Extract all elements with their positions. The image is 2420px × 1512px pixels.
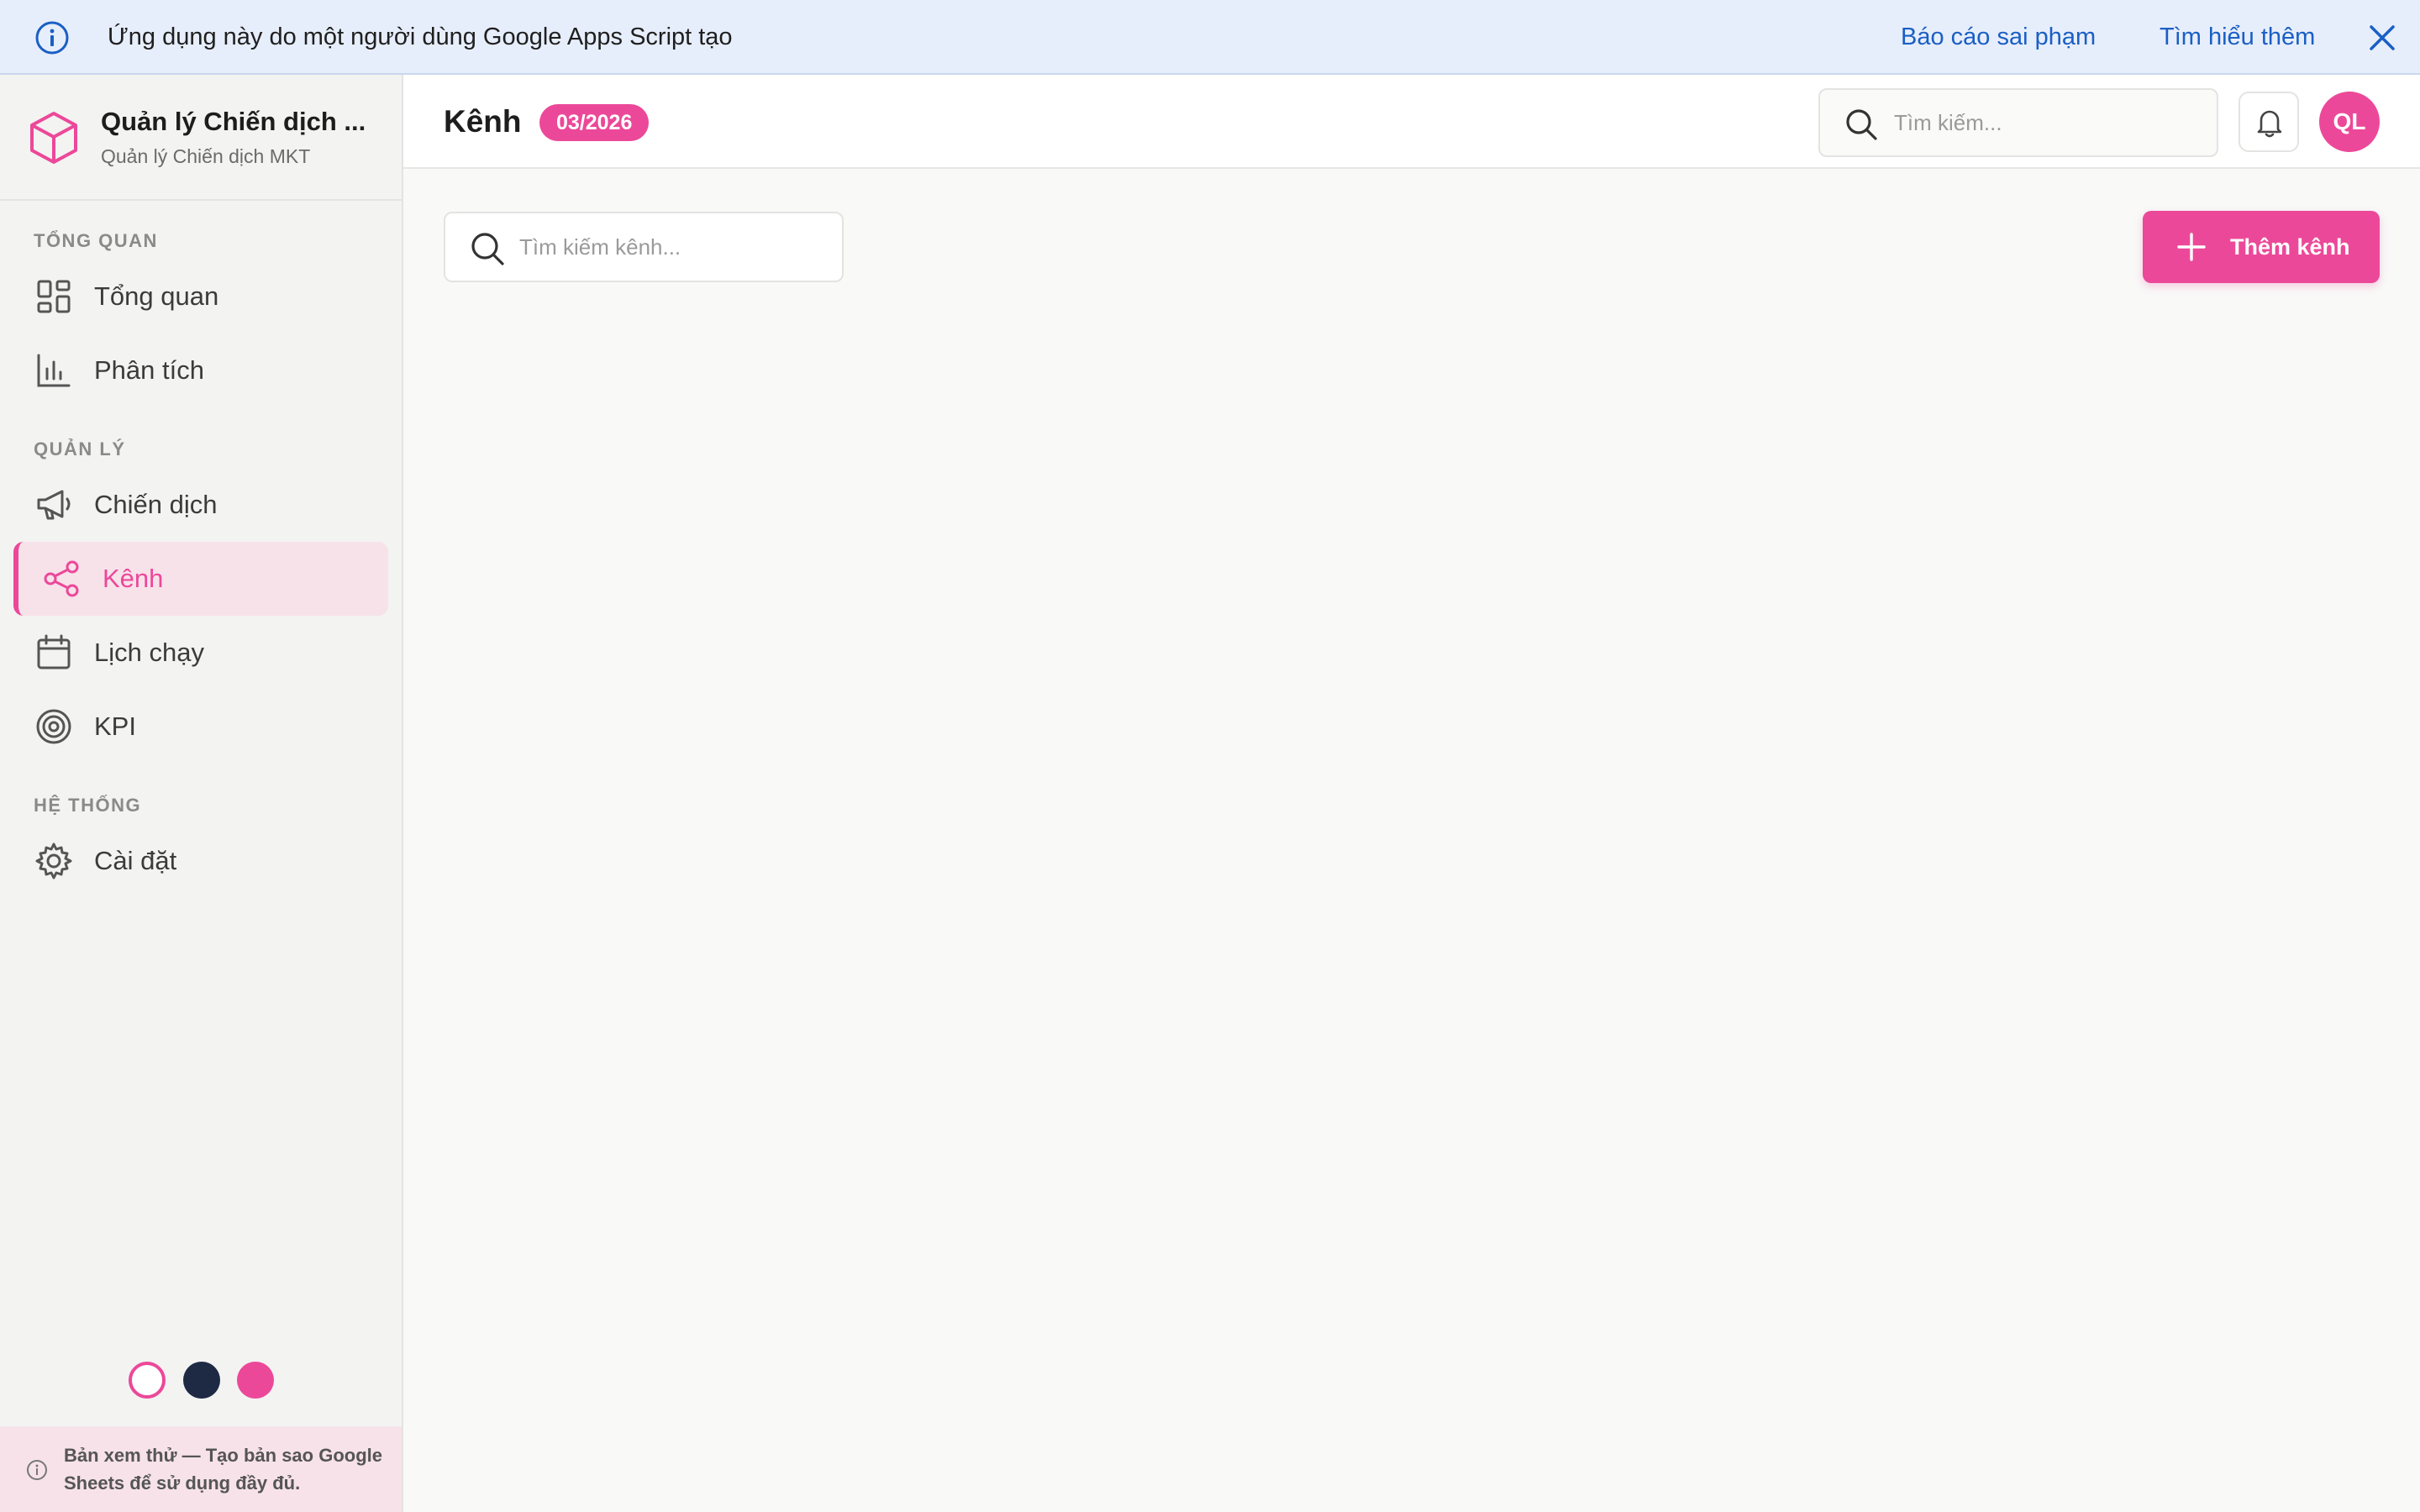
channel-search-input[interactable]: [519, 213, 830, 281]
section-title-system: HỆ THỐNG: [34, 795, 142, 816]
megaphone-icon: [34, 485, 74, 525]
sidebar: Quản lý Chiến dịch ... Quản lý Chiến dịc…: [0, 75, 403, 1512]
preview-notice: Bản xem thử — Tạo bản sao Google Sheets …: [0, 1426, 402, 1512]
info-banner: Ứng dụng này do một người dùng Google Ap…: [0, 0, 2420, 75]
sidebar-item-label: Phân tích: [94, 355, 204, 385]
sidebar-item-label: Kênh: [103, 564, 164, 593]
notifications-button[interactable]: [2238, 92, 2299, 152]
theme-switcher: [0, 1359, 402, 1401]
target-icon: [34, 706, 74, 747]
info-circle-icon: [25, 1458, 49, 1482]
sidebar-item-label: Tổng quan: [94, 281, 219, 311]
sidebar-item-channels[interactable]: Kênh: [13, 542, 388, 616]
plus-icon: [2176, 232, 2207, 262]
period-badge[interactable]: 03/2026: [539, 104, 650, 141]
info-circle-icon: [34, 19, 71, 56]
calendar-icon: [34, 633, 74, 673]
app-name: Quản lý Chiến dịch ...: [101, 107, 366, 136]
page-title: Kênh: [444, 104, 522, 139]
top-header: Kênh 03/2026 QL: [403, 75, 2420, 169]
sidebar-item-schedule[interactable]: Lịch chạy: [13, 616, 388, 690]
theme-swatch-light[interactable]: [129, 1362, 166, 1399]
sidebar-item-kpi[interactable]: KPI: [13, 690, 388, 764]
bell-icon: [2254, 107, 2286, 139]
bar-chart-icon: [34, 350, 74, 391]
cube-icon: [29, 110, 79, 165]
learn-more-link[interactable]: Tìm hiểu thêm: [2160, 0, 2315, 75]
sidebar-item-campaigns[interactable]: Chiến dịch: [13, 468, 388, 542]
sidebar-item-label: Chiến dịch: [94, 490, 218, 519]
global-search[interactable]: [1818, 88, 2218, 157]
sidebar-item-overview[interactable]: Tổng quan: [13, 260, 388, 333]
sidebar-item-settings[interactable]: Cài đặt: [13, 824, 388, 898]
theme-swatch-pink[interactable]: [237, 1362, 274, 1399]
search-icon: [469, 230, 506, 267]
report-abuse-link[interactable]: Báo cáo sai phạm: [1901, 0, 2096, 75]
theme-swatch-dark[interactable]: [183, 1362, 220, 1399]
sidebar-item-label: Lịch chạy: [94, 638, 204, 667]
section-title-management: QUẢN LÝ: [34, 438, 126, 459]
avatar[interactable]: QL: [2319, 92, 2380, 152]
app-subtitle: Quản lý Chiến dịch MKT: [101, 145, 311, 167]
section-title-overview: TỔNG QUAN: [34, 230, 158, 251]
share-icon: [42, 559, 82, 599]
gear-icon: [34, 841, 74, 881]
sidebar-item-label: Cài đặt: [94, 846, 177, 875]
brand-header[interactable]: Quản lý Chiến dịch ... Quản lý Chiến dịc…: [0, 75, 402, 201]
search-icon: [1844, 107, 1879, 142]
channel-search[interactable]: [444, 212, 844, 282]
sidebar-item-label: KPI: [94, 711, 136, 741]
global-search-input[interactable]: [1894, 90, 2205, 155]
preview-notice-text: Bản xem thử — Tạo bản sao Google Sheets …: [64, 1445, 382, 1494]
close-icon[interactable]: [2368, 24, 2396, 52]
dashboard-grid-icon: [34, 276, 74, 317]
add-channel-button[interactable]: Thêm kênh: [2143, 211, 2380, 283]
sidebar-item-analytics[interactable]: Phân tích: [13, 333, 388, 407]
add-channel-label: Thêm kênh: [2230, 234, 2350, 260]
banner-message: Ứng dụng này do một người dùng Google Ap…: [108, 24, 733, 50]
